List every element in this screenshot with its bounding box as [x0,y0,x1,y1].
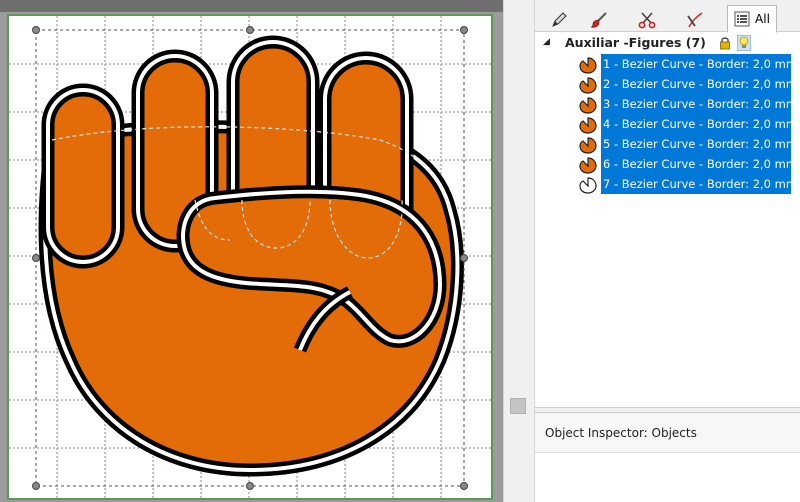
tree-item-label: 2 - Bezier Curve - Border: 2,0 mm [601,74,791,94]
handle-top-left[interactable] [32,26,40,34]
tree-item-label: 7 - Bezier Curve - Border: 2,0 mm [601,174,791,194]
bezier-filled-icon [579,57,597,74]
list-icon [734,11,750,27]
tab-all-label: All [755,12,770,26]
tree-item[interactable]: 7 - Bezier Curve - Border: 2,0 mm [579,174,800,194]
object-inspector: Object Inspector: Objects [535,413,800,502]
handle-bottom-right[interactable] [460,482,468,490]
tree-item-label: 4 - Bezier Curve - Border: 2,0 mm [601,114,791,134]
bezier-filled-icon [579,137,597,154]
panel-splitter[interactable] [503,0,535,502]
tree-item[interactable]: 1 - Bezier Curve - Border: 2,0 mm [579,54,800,74]
handle-middle-right[interactable] [460,254,468,262]
tree-group-label: Auxiliar -Figures (7) [565,35,706,50]
tree-item[interactable]: 2 - Bezier Curve - Border: 2,0 mm [579,74,800,94]
handle-middle-left[interactable] [32,254,40,262]
tree-item[interactable]: 3 - Bezier Curve - Border: 2,0 mm [579,94,800,114]
tab-knife[interactable] [677,7,713,32]
bezier-filled-icon [579,157,597,174]
app-window: All ◢ Auxiliar -Figures (7) 1 - Bezier C… [0,0,800,502]
inspector-title: Object Inspector: Objects [545,426,697,440]
fist-drawing[interactable] [0,0,503,502]
inspector-header: Object Inspector: Objects [535,413,800,453]
bezier-outline-icon [579,177,597,194]
tree-group-auxiliar-figures[interactable]: ◢ Auxiliar -Figures (7) [535,34,800,52]
bulb-icon[interactable] [737,35,751,51]
handle-bottom-middle[interactable] [246,482,254,490]
objects-tree[interactable]: ◢ Auxiliar -Figures (7) 1 - Bezier Curve… [535,33,800,407]
tab-pencil[interactable] [541,7,577,32]
handle-top-middle[interactable] [246,26,254,34]
brush-icon [590,11,607,28]
scissors-icon [638,11,656,28]
splitter-scroll-thumb[interactable] [510,398,526,414]
handle-bottom-left[interactable] [32,482,40,490]
pencil-icon [552,11,567,27]
knife-icon [687,11,703,27]
bezier-filled-icon [579,117,597,134]
tool-tabs: All [535,0,800,33]
tree-item-label: 5 - Bezier Curve - Border: 2,0 mm [601,134,791,154]
finger-1[interactable] [41,83,125,269]
tab-brush[interactable] [581,7,617,32]
tree-item[interactable]: 6 - Bezier Curve - Border: 2,0 mm [579,154,800,174]
tree-item[interactable]: 5 - Bezier Curve - Border: 2,0 mm [579,134,800,154]
collapse-triangle-icon[interactable]: ◢ [543,37,550,47]
tree-item[interactable]: 4 - Bezier Curve - Border: 2,0 mm [579,114,800,134]
tree-item-label: 1 - Bezier Curve - Border: 2,0 mm [601,54,791,74]
tab-all[interactable]: All [727,5,777,33]
objects-panel: All ◢ Auxiliar -Figures (7) 1 - Bezier C… [535,0,800,502]
tab-scissors[interactable] [629,7,665,32]
drawing-canvas-area[interactable] [0,0,503,502]
bezier-filled-icon [579,97,597,114]
lock-icon[interactable] [719,36,731,50]
bezier-filled-icon [579,77,597,94]
handle-top-right[interactable] [460,26,468,34]
tree-item-label: 6 - Bezier Curve - Border: 2,0 mm [601,154,791,174]
tree-item-label: 3 - Bezier Curve - Border: 2,0 mm [601,94,791,114]
